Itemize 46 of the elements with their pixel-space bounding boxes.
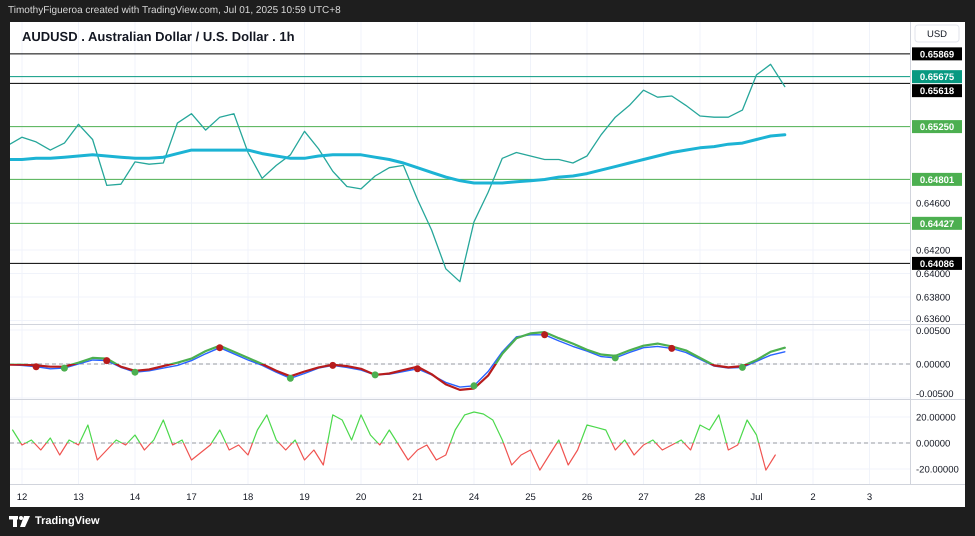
ref-line-label: 0.65618 bbox=[920, 86, 954, 98]
ref-line-label: 0.64086 bbox=[920, 258, 954, 270]
time-label: Jul bbox=[750, 492, 763, 503]
time-label: 26 bbox=[582, 492, 592, 503]
ref-line-label: 0.65675 bbox=[920, 72, 955, 84]
time-label: 24 bbox=[468, 492, 480, 503]
price-tag: 0.65869 bbox=[912, 47, 962, 60]
brand-name: TradingView bbox=[35, 514, 100, 530]
ref-line-label: 0.64801 bbox=[920, 174, 955, 186]
time-label: 2 bbox=[810, 492, 816, 503]
axis-label: 0.64000 bbox=[916, 269, 950, 280]
ref-line-label: 0.65250 bbox=[920, 122, 954, 134]
axis-label: -0.00500 bbox=[916, 389, 954, 400]
time-label: 20 bbox=[356, 492, 366, 503]
axis-label: -20.00000 bbox=[916, 464, 959, 476]
logo-icon bbox=[9, 516, 31, 527]
time-label: 27 bbox=[638, 492, 649, 503]
price-tag: 0.65618 bbox=[912, 84, 962, 98]
chart-title: AUDUSD . Australian Dollar / U.S. Dollar . 1h bbox=[22, 29, 295, 44]
header-caption: TimothyFigueroa created with TradingView.com, Jul 01, 2025 10:59 UTC+8 bbox=[7, 4, 342, 18]
axis-label: 0.63800 bbox=[916, 292, 950, 304]
axis-label: 0.00500 bbox=[916, 326, 950, 337]
price-tag: 0.64427 bbox=[912, 216, 962, 230]
time-label: 14 bbox=[130, 492, 140, 503]
time-label: 19 bbox=[299, 492, 310, 503]
time-label: 28 bbox=[694, 492, 706, 503]
time-label: 18 bbox=[242, 492, 254, 503]
time-label: 3 bbox=[866, 492, 872, 503]
axis-label: 0.64600 bbox=[916, 198, 950, 210]
ref-line-label: 0.65869 bbox=[920, 49, 954, 60]
ref-line-label: 0.64427 bbox=[920, 218, 954, 230]
axis-label: 0.00000 bbox=[916, 438, 950, 450]
time-label: 25 bbox=[525, 492, 536, 503]
price-tag: 0.65250 bbox=[912, 120, 962, 134]
axis-label: 0.64200 bbox=[916, 246, 950, 257]
time-label: 17 bbox=[186, 492, 197, 503]
price-tag: 0.64086 bbox=[912, 256, 962, 270]
price-tag: 0.64801 bbox=[912, 172, 962, 186]
axis-label: 0.63600 bbox=[916, 314, 950, 325]
time-label: 12 bbox=[16, 492, 28, 503]
axis-label: 20.00000 bbox=[916, 412, 956, 424]
time-label: 21 bbox=[412, 492, 423, 503]
axis-label: 0.00000 bbox=[916, 360, 950, 371]
price-tag: 0.65675 bbox=[912, 70, 962, 84]
time-label: 13 bbox=[73, 492, 84, 503]
currency-label: USD bbox=[914, 24, 960, 42]
